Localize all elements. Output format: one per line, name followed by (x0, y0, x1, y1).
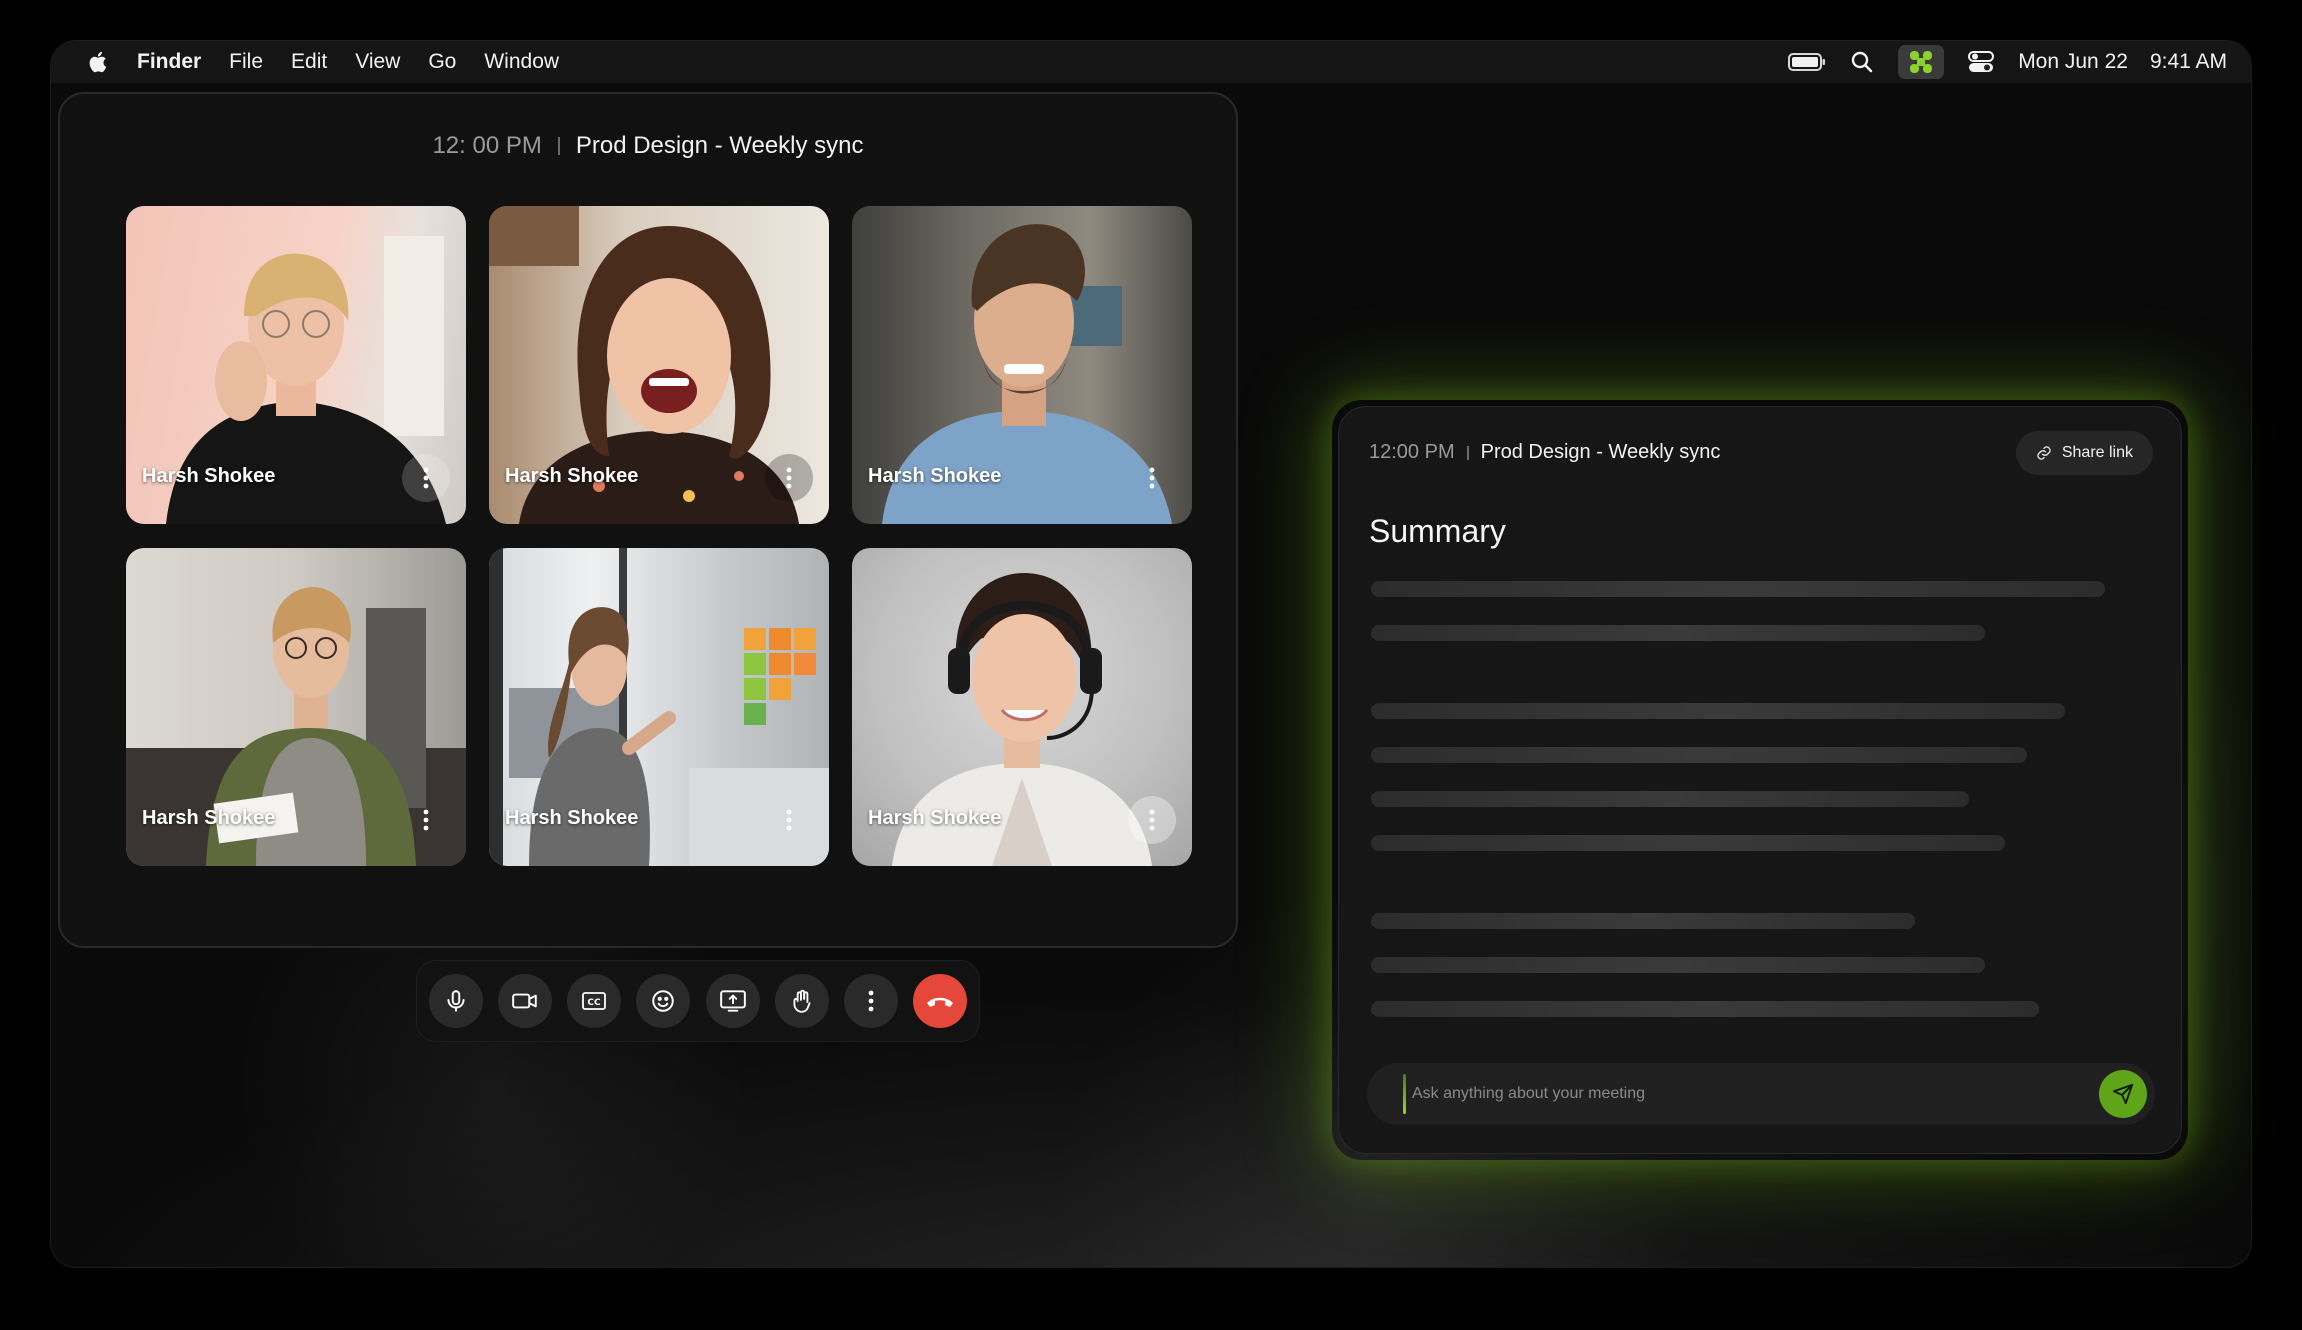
summary-meeting-title: Prod Design - Weekly sync (1480, 441, 1721, 463)
summary-panel: 12:00 PM Prod Design - Weekly sync Share… (1338, 406, 2182, 1154)
menu-app-name[interactable]: Finder (137, 50, 201, 74)
participant-name: Harsh Shokee (142, 465, 276, 487)
summary-placeholder-line (1371, 703, 2065, 719)
share-link-label: Share link (2061, 444, 2133, 461)
summary-placeholder-line (1371, 913, 1915, 929)
control-center-icon[interactable] (1968, 50, 1995, 74)
end-call-icon[interactable] (912, 974, 967, 1028)
menu-date[interactable]: Mon Jun 22 (2018, 50, 2128, 74)
summary-heading: Summary (1369, 513, 1506, 549)
participant-tile[interactable]: Harsh Shokee (126, 548, 466, 866)
summary-placeholder-line (1371, 625, 1985, 641)
participant-tile[interactable]: Harsh Shokee (852, 548, 1192, 866)
raise-hand-icon[interactable] (774, 974, 829, 1028)
header-divider (557, 137, 560, 155)
participant-name: Harsh Shokee (868, 807, 1002, 829)
more-options-icon[interactable] (765, 796, 813, 844)
menu-go[interactable]: Go (428, 50, 456, 74)
captions-icon[interactable]: CC (567, 974, 622, 1028)
microphone-icon[interactable] (429, 974, 483, 1028)
participant-tile[interactable]: Harsh Shokee (489, 206, 829, 524)
participant-name: Harsh Shokee (142, 807, 276, 829)
app-icon[interactable] (1898, 45, 1945, 79)
ask-box (1367, 1063, 2155, 1125)
menu-bar: Finder File Edit View Go Window Mon Jun … (51, 41, 2251, 83)
participant-tile[interactable]: Harsh Shokee (126, 206, 466, 524)
apple-logo-icon[interactable] (87, 50, 109, 74)
meeting-title: Prod Design - Weekly sync (575, 132, 864, 159)
summary-placeholder-line (1371, 957, 1985, 973)
menu-view[interactable]: View (355, 50, 400, 74)
more-options-icon[interactable] (402, 796, 450, 844)
send-icon[interactable] (2099, 1070, 2147, 1118)
meeting-time: 12: 00 PM (432, 132, 542, 159)
menu-file[interactable]: File (229, 50, 263, 74)
battery-icon[interactable] (1788, 53, 1826, 71)
share-link-button[interactable]: Share link (2015, 431, 2153, 475)
search-icon[interactable] (1850, 50, 1874, 74)
participant-name: Harsh Shokee (868, 465, 1002, 487)
more-options-icon[interactable] (1128, 796, 1176, 844)
summary-header: 12:00 PM Prod Design - Weekly sync (1369, 441, 1720, 464)
summary-placeholder-line (1371, 747, 2027, 763)
emoji-icon[interactable] (636, 974, 691, 1028)
summary-placeholder-line (1371, 791, 1969, 807)
meeting-window: 12: 00 PM Prod Design - Weekly sync Hars… (58, 92, 1238, 948)
summary-header-divider (1466, 445, 1469, 460)
meeting-header: 12: 00 PM Prod Design - Weekly sync (60, 132, 1236, 160)
summary-meeting-time: 12:00 PM (1369, 441, 1455, 463)
ask-input[interactable] (1406, 1085, 2099, 1103)
more-icon[interactable] (843, 974, 898, 1028)
more-options-icon[interactable] (765, 454, 813, 502)
participant-tile[interactable]: Harsh Shokee (489, 548, 829, 866)
share-screen-icon[interactable] (705, 974, 760, 1028)
svg-text:CC: CC (588, 998, 602, 1008)
participant-tile[interactable]: Harsh Shokee (852, 206, 1192, 524)
camera-icon[interactable] (498, 974, 553, 1028)
participant-name: Harsh Shokee (505, 465, 639, 487)
menu-time[interactable]: 9:41 AM (2150, 50, 2227, 74)
call-controls: CC (416, 960, 980, 1042)
summary-placeholder-line (1371, 835, 2005, 851)
participant-grid: Harsh Shokee Harsh Shokee Harsh Shokee H… (126, 206, 1192, 866)
more-options-icon[interactable] (1128, 454, 1176, 502)
participant-name: Harsh Shokee (505, 807, 639, 829)
summary-placeholder-line (1371, 581, 2105, 597)
summary-placeholder-line (1371, 1001, 2039, 1017)
more-options-icon[interactable] (402, 454, 450, 502)
menu-edit[interactable]: Edit (291, 50, 327, 74)
menu-window[interactable]: Window (484, 50, 559, 74)
link-icon (2036, 445, 2052, 461)
